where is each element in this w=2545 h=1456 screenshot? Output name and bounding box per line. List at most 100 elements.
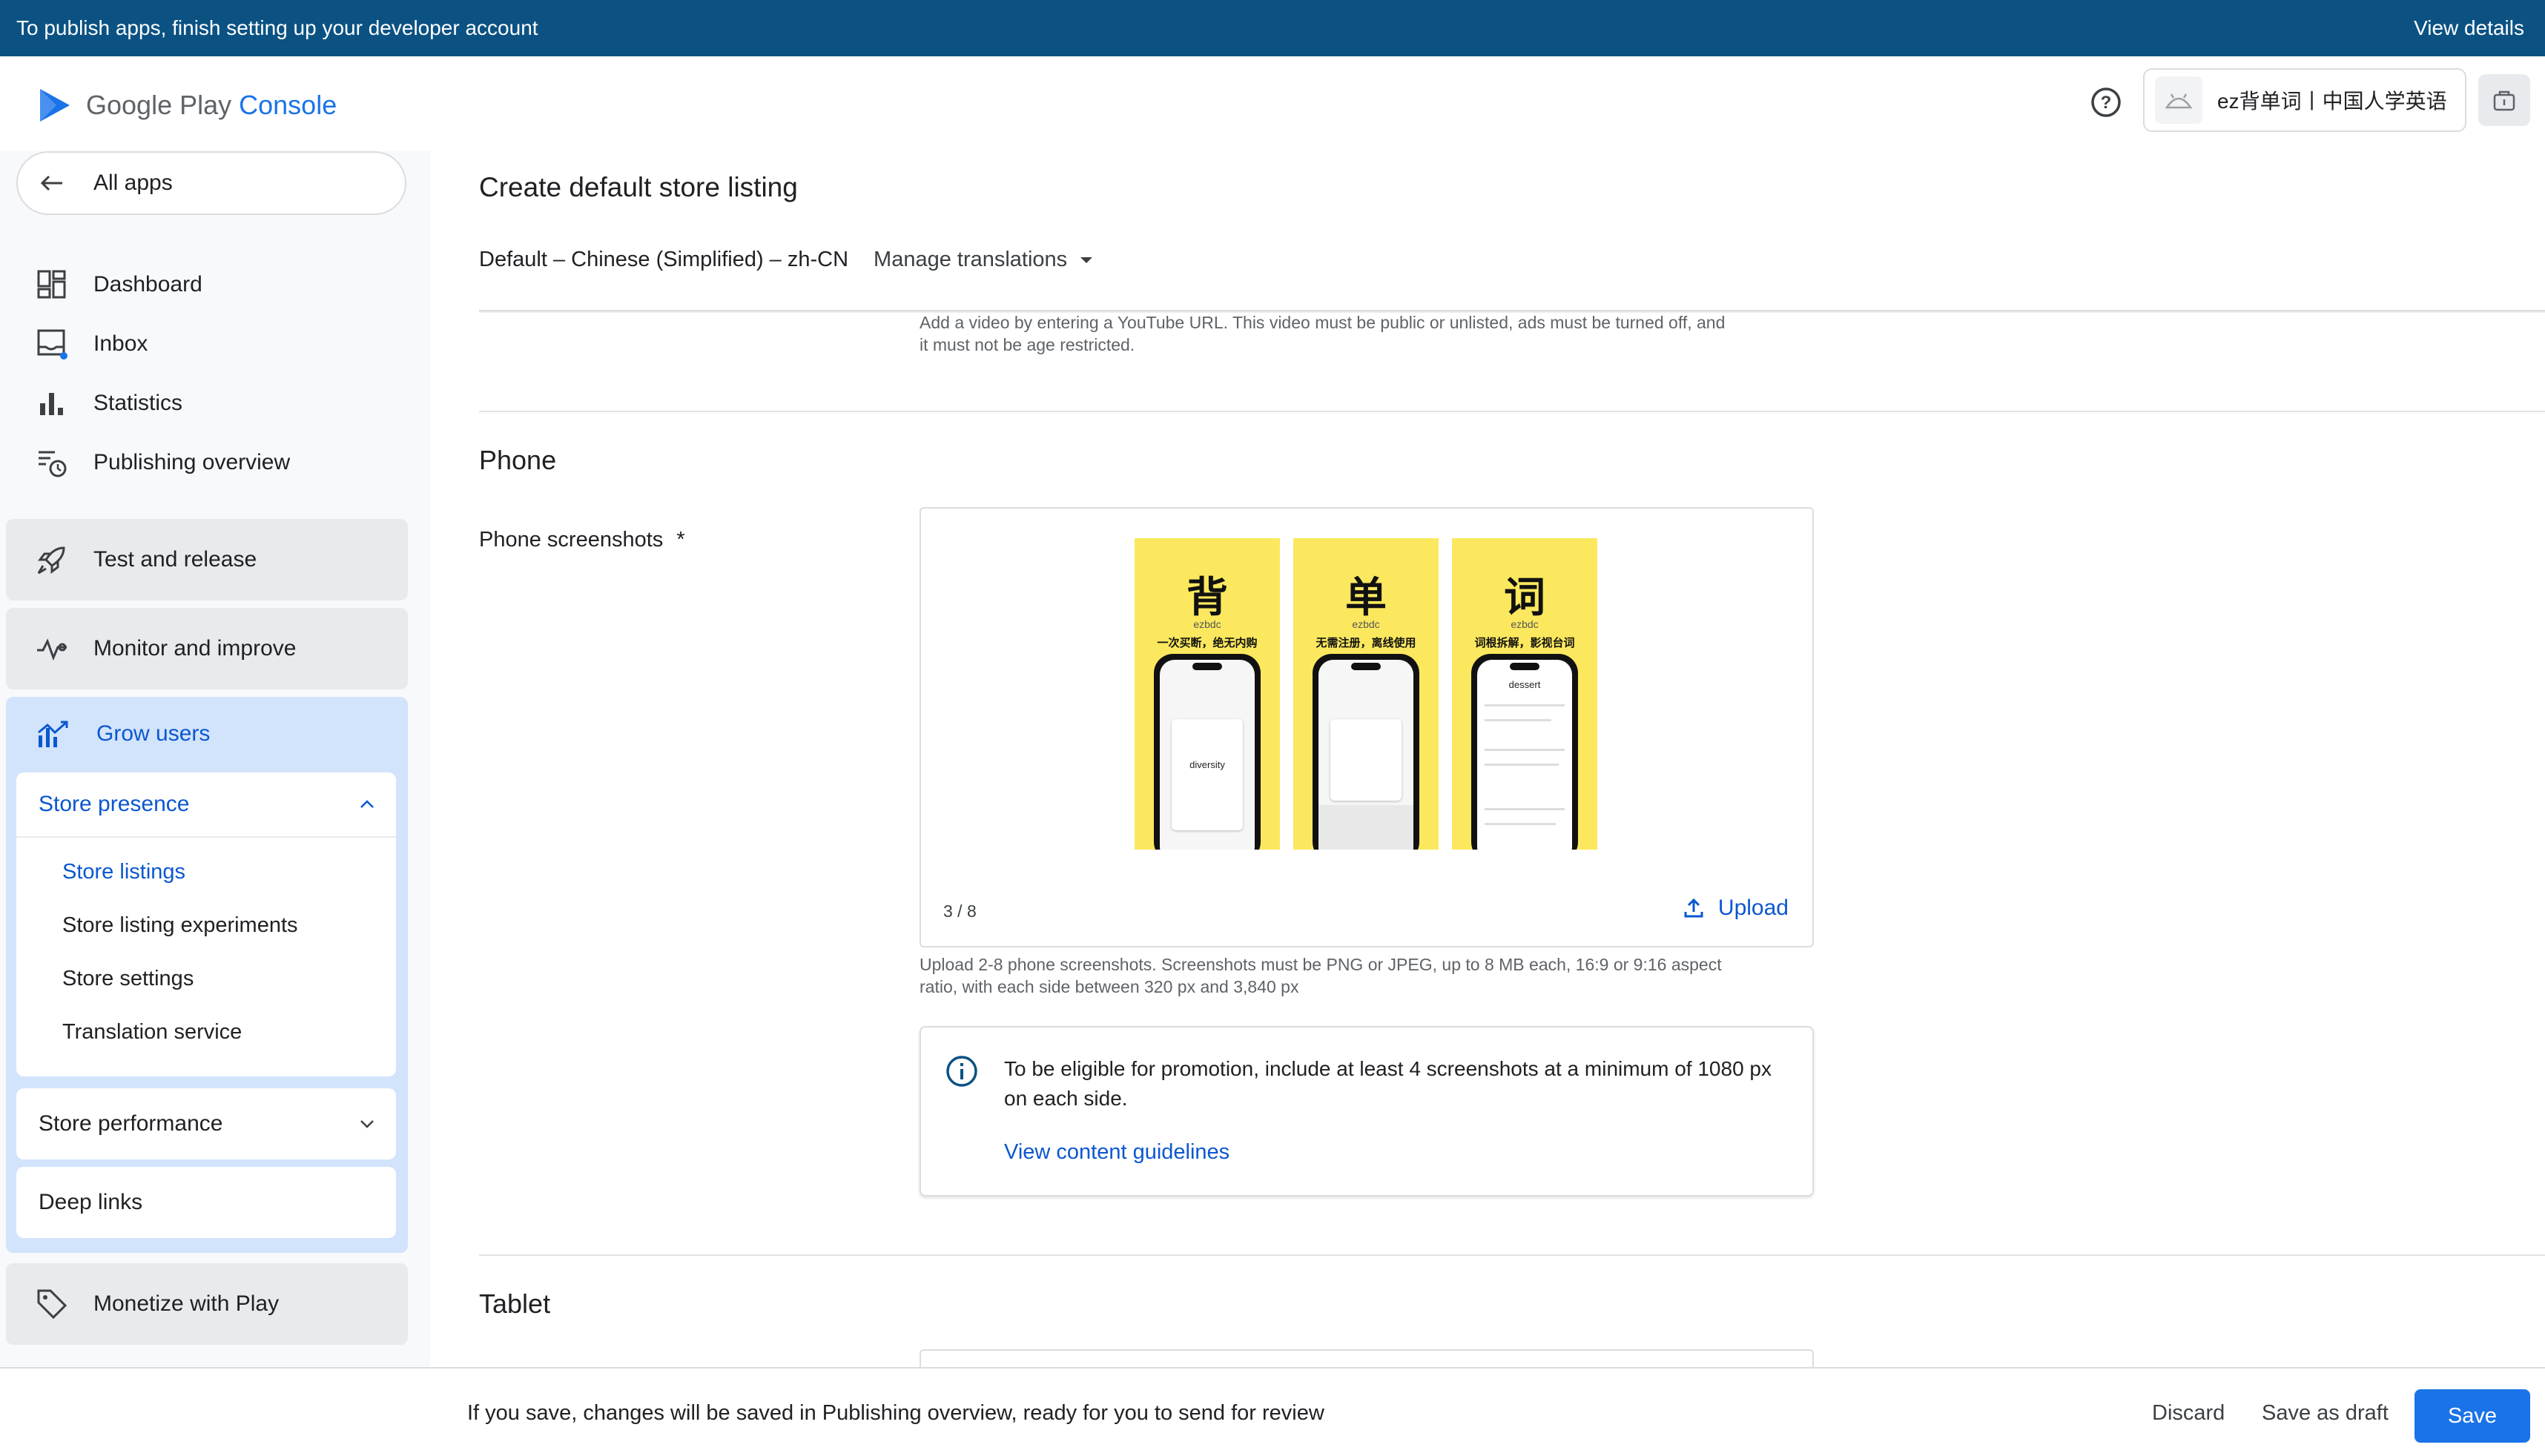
sidebar-group-label: Grow users	[96, 721, 211, 746]
store-presence-header[interactable]: Store presence	[16, 772, 396, 838]
app-header: Google Play Console ? ez背单词丨中国人学英语	[0, 56, 2545, 151]
chevron-down-icon	[360, 1120, 374, 1128]
save-message: If you save, changes will be saved in Pu…	[467, 1401, 1324, 1425]
keyboard	[1318, 805, 1413, 850]
store-presence-label: Store presence	[39, 792, 190, 816]
sidebar-item-label: Dashboard	[93, 272, 202, 297]
rocket-icon	[37, 546, 65, 575]
content-guidelines-link[interactable]: View content guidelines	[1004, 1140, 1229, 1165]
word-card-text: diversity	[1189, 759, 1225, 770]
sidebar-item-store-listing-experiments[interactable]: Store listing experiments	[62, 913, 298, 938]
sidebar-group-label: Monetize with Play	[93, 1291, 280, 1316]
screenshot-brand: ezbdc	[1352, 618, 1380, 630]
word-card	[1330, 719, 1402, 801]
save-draft-button[interactable]: Save as draft	[2262, 1401, 2389, 1426]
package-icon	[2493, 90, 2515, 111]
deep-links-header: Deep links	[16, 1167, 396, 1238]
sidebar-group-grow-users: Grow users Store presence Store listings…	[6, 697, 408, 1253]
phone-screenshots-box: 背 ezbdc 一次买断，绝无内购 diversity 单 ezbdc 无需注册…	[920, 507, 1814, 947]
sidebar-item-dashboard[interactable]: Dashboard	[36, 268, 202, 301]
phone-screen	[1318, 660, 1413, 850]
language-label: Default – Chinese (Simplified) – zh-CN	[479, 248, 849, 271]
store-performance-label: Store performance	[39, 1111, 223, 1136]
phone-section-title: Phone	[479, 445, 557, 475]
phone-mockup: dessert	[1471, 654, 1578, 850]
text-line	[1485, 764, 1559, 766]
pulse-icon	[37, 638, 67, 661]
detail-word: dessert	[1508, 679, 1541, 690]
screenshot-brand: ezbdc	[1193, 618, 1221, 630]
android-icon	[2155, 76, 2202, 124]
store-performance-header: Store performance	[16, 1088, 396, 1159]
upload-hint-line: Upload 2-8 phone screenshots. Screenshot…	[920, 955, 1722, 974]
sidebar-item-label: Inbox	[93, 331, 148, 356]
tag-icon	[37, 1289, 67, 1320]
text-line	[1485, 704, 1565, 707]
play-logo-icon	[40, 89, 70, 122]
sidebar-item-publishing-overview[interactable]: Publishing overview	[36, 446, 290, 479]
screenshot-char: 单	[1345, 574, 1387, 621]
bar-chart-icon	[40, 393, 63, 415]
save-footer: If you save, changes will be saved in Pu…	[0, 1367, 2545, 1456]
view-details-link[interactable]: View details	[2414, 16, 2524, 40]
discard-button[interactable]: Discard	[2152, 1401, 2225, 1426]
video-hint-line: it must not be age restricted.	[920, 335, 1135, 354]
upload-hint-line: ratio, with each side between 320 px and…	[920, 977, 1299, 996]
upload-hint: Upload 2-8 phone screenshots. Screenshot…	[920, 953, 1722, 998]
chevron-up-icon	[360, 800, 374, 808]
grow-users-header[interactable]: Grow users	[36, 718, 210, 750]
phone-notch	[1351, 663, 1381, 670]
app-selector[interactable]: ez背单词丨中国人学英语	[2143, 68, 2466, 132]
text-line	[1485, 823, 1556, 825]
text-line	[1485, 719, 1551, 721]
screenshot-char: 背	[1186, 574, 1228, 621]
all-apps-button[interactable]: All apps	[16, 151, 406, 215]
dashboard-icon	[37, 270, 66, 299]
screenshot-brand: ezbdc	[1511, 618, 1539, 630]
sidebar-group-label: Test and release	[93, 547, 257, 572]
grow-icon	[38, 721, 68, 747]
sidebar-item-store-listings[interactable]: Store listings	[62, 860, 185, 884]
deep-links-item[interactable]: Deep links	[16, 1167, 396, 1238]
sidebar-item-translation-service[interactable]: Translation service	[62, 1020, 242, 1045]
language-row: Default – Chinese (Simplified) – zh-CN M…	[479, 248, 1094, 272]
all-apps-label: All apps	[93, 171, 173, 195]
sidebar: All apps Dashboard Inbox Statistics Publ…	[0, 151, 430, 1367]
section-divider	[479, 1254, 2545, 1256]
setup-banner: To publish apps, finish setting up your …	[0, 0, 2545, 56]
arrow-back-icon	[40, 175, 62, 191]
sidebar-group-test-and-release[interactable]: Test and release	[6, 519, 408, 600]
screenshot-thumbnail[interactable]: 单 ezbdc 无需注册，离线使用	[1293, 538, 1439, 850]
video-hint: Add a video by entering a YouTube URL. T…	[920, 311, 1725, 356]
sidebar-item-inbox[interactable]: Inbox	[36, 328, 148, 360]
help-icon[interactable]: ?	[2090, 86, 2122, 119]
promotion-info-box: To be eligible for promotion, include at…	[920, 1026, 1814, 1197]
required-mark: *	[676, 528, 685, 552]
store-presence-section: Store presence Store listings Store list…	[16, 772, 396, 1076]
info-icon	[946, 1056, 977, 1087]
upload-button[interactable]: Upload	[1683, 896, 1789, 921]
inbox-icon	[37, 329, 67, 360]
word-card: diversity	[1172, 719, 1243, 830]
store-performance-section[interactable]: Store performance	[16, 1088, 396, 1159]
screenshot-counter: 3 / 8	[943, 901, 977, 921]
promotion-text: To be eligible for promotion, include at…	[1004, 1057, 1772, 1110]
save-button[interactable]: Save	[2414, 1389, 2530, 1443]
phone-mockup: diversity	[1154, 654, 1261, 850]
sidebar-group-monetize[interactable]: Monetize with Play	[6, 1263, 408, 1345]
package-button[interactable]	[2478, 74, 2530, 126]
play-console-logo[interactable]: Google Play Console	[37, 86, 337, 125]
text-line	[1485, 749, 1565, 751]
phone-screenshots-text: Phone screenshots	[479, 528, 664, 552]
svg-text:?: ?	[2101, 93, 2112, 113]
sidebar-group-monitor-and-improve[interactable]: Monitor and improve	[6, 608, 408, 689]
screenshot-caption: 词根拆解，影视台词	[1474, 637, 1575, 649]
screenshot-thumbnail[interactable]: 词 ezbdc 词根拆解，影视台词 dessert	[1452, 538, 1597, 850]
screenshot-thumbnail[interactable]: 背 ezbdc 一次买断，绝无内购 diversity	[1135, 538, 1280, 850]
logo-text: Google Play Console	[86, 90, 337, 120]
screenshot-char: 词	[1504, 574, 1545, 621]
sidebar-item-store-settings[interactable]: Store settings	[62, 967, 194, 991]
manage-translations-button[interactable]: Manage translations	[874, 248, 1094, 272]
page-title: Create default store listing	[479, 172, 798, 202]
sidebar-item-statistics[interactable]: Statistics	[36, 387, 182, 420]
